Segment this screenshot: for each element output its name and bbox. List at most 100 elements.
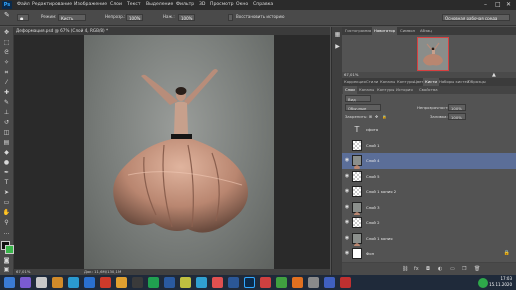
visibility-eye-icon[interactable]: ◉: [344, 251, 350, 256]
pressure-input[interactable]: 100%: [178, 14, 195, 21]
lock-pixels-icon[interactable]: ⊞: [369, 112, 372, 121]
taskbar-app-icon[interactable]: [196, 277, 207, 288]
taskbar-app-icon[interactable]: [100, 277, 111, 288]
stamp-tool-icon[interactable]: ⊥: [2, 109, 11, 117]
visibility-eye-icon[interactable]: ◉: [344, 189, 350, 194]
brush-tool-icon[interactable]: ✎: [2, 99, 11, 107]
layer-row[interactable]: ◉ Слой 1 копия 2: [342, 184, 516, 201]
type-tool-icon[interactable]: T: [2, 179, 11, 187]
lock-position-icon[interactable]: ✥: [375, 112, 378, 121]
tab-swatches[interactable]: Образцы: [466, 78, 488, 86]
taskbar-app-icon[interactable]: [164, 277, 175, 288]
taskbar-app-icon[interactable]: [116, 277, 127, 288]
pen-tool-icon[interactable]: ✒: [2, 169, 11, 177]
layer-filter-select[interactable]: Вид: [345, 95, 371, 102]
taskbar-app-icon[interactable]: [228, 277, 239, 288]
layer-row[interactable]: ◉ Фон 🔒: [342, 246, 516, 263]
menu-3d[interactable]: 3D: [199, 1, 205, 9]
taskbar-app-icon[interactable]: [324, 277, 335, 288]
quick-select-icon[interactable]: ✧: [2, 59, 11, 67]
tab-layers[interactable]: Слои: [343, 86, 357, 94]
taskbar-app-icon[interactable]: [340, 277, 351, 288]
layer-row[interactable]: T сфото: [342, 122, 516, 139]
delete-layer-icon[interactable]: 🗑: [474, 265, 480, 273]
system-clock[interactable]: 17:03 15.11.2020: [489, 276, 512, 288]
dodge-tool-icon[interactable]: ●: [2, 159, 11, 167]
add-mask-icon[interactable]: ◘: [426, 265, 430, 273]
layer-row[interactable]: ◉ Слой 1 копия: [342, 230, 516, 247]
document-tab[interactable]: Деформация.psd @ 67% (Слой 4, RGB/8) *: [14, 27, 330, 35]
maximize-icon[interactable]: □: [495, 1, 501, 9]
taskbar-app-icon[interactable]: [20, 277, 31, 288]
close-icon[interactable]: ✕: [506, 1, 511, 9]
start-icon[interactable]: [4, 277, 15, 288]
brush-preset-picker[interactable]: ●: [17, 14, 29, 21]
menu-edit[interactable]: Редактирование: [32, 1, 72, 9]
tab-history[interactable]: История: [394, 86, 415, 94]
layer-row[interactable]: ◉ Слой 2: [342, 215, 516, 232]
blur-tool-icon[interactable]: ◆: [2, 149, 11, 157]
new-group-icon[interactable]: ▭: [450, 265, 455, 273]
tab-properties[interactable]: Свойства: [417, 86, 440, 94]
tab-paragraph[interactable]: Абзац: [418, 27, 434, 35]
taskbar-app-icon[interactable]: [68, 277, 79, 288]
actions-panel-icon[interactable]: ▶: [333, 43, 342, 51]
taskbar-app-icon[interactable]: [180, 277, 191, 288]
eyedropper-icon[interactable]: ⁄: [2, 79, 11, 87]
fill-input[interactable]: 100%: [448, 113, 466, 120]
gradient-tool-icon[interactable]: ▤: [2, 139, 11, 147]
visibility-eye-icon[interactable]: ◉: [344, 235, 350, 241]
menu-layers[interactable]: Слои: [110, 1, 122, 9]
menu-select[interactable]: Выделение: [146, 1, 173, 9]
taskbar-app-icon[interactable]: [212, 277, 223, 288]
layer-style-icon[interactable]: fx: [414, 265, 419, 273]
background-color-swatch[interactable]: [5, 245, 14, 254]
link-layers-icon[interactable]: ⛓: [402, 265, 408, 273]
menu-window[interactable]: Окно: [236, 1, 248, 9]
taskbar-app-icon[interactable]: [260, 277, 271, 288]
opacity-input[interactable]: 100%: [126, 14, 143, 21]
shape-tool-icon[interactable]: ▭: [2, 199, 11, 207]
layer-row-selected[interactable]: ◉ Слой 4: [342, 153, 516, 170]
minimize-icon[interactable]: –: [484, 1, 487, 9]
taskbar-app-icon[interactable]: [276, 277, 287, 288]
visibility-eye-icon[interactable]: ◉: [344, 220, 350, 225]
eraser-tool-icon[interactable]: ◫: [2, 129, 11, 137]
lock-all-icon[interactable]: 🔒: [382, 112, 387, 121]
taskbar-app-icon[interactable]: [36, 277, 47, 288]
history-panel-icon[interactable]: ▦: [333, 31, 342, 39]
lasso-tool-icon[interactable]: ᘓ: [2, 49, 11, 57]
history-brush-icon[interactable]: ✎: [4, 12, 10, 19]
menu-image[interactable]: Изображение: [74, 1, 107, 9]
tray-status-icon[interactable]: [478, 278, 488, 288]
tab-character[interactable]: Символ: [398, 27, 417, 35]
visibility-eye-icon[interactable]: ◉: [344, 204, 350, 210]
move-tool-icon[interactable]: ✥: [2, 29, 11, 37]
menu-help[interactable]: Справка: [253, 1, 273, 9]
navigator-thumbnail[interactable]: [417, 37, 449, 71]
taskbar-app-icon[interactable]: [84, 277, 95, 288]
workspace-select[interactable]: Основная рабочая среда: [442, 14, 510, 21]
taskbar-photoshop-icon[interactable]: [244, 277, 255, 288]
quick-mask-icon[interactable]: ◙: [2, 257, 11, 265]
taskbar-app-icon[interactable]: [292, 277, 303, 288]
canvas-image[interactable]: [84, 35, 274, 269]
hand-tool-icon[interactable]: ✋: [2, 209, 11, 217]
path-select-icon[interactable]: ➤: [2, 189, 11, 197]
visibility-eye-icon[interactable]: ◉: [344, 173, 350, 179]
adjustment-layer-icon[interactable]: ◐: [438, 265, 442, 273]
marquee-tool-icon[interactable]: ⬚: [2, 39, 11, 47]
mode-select[interactable]: Кисть: [58, 14, 86, 21]
taskbar-app-icon[interactable]: [308, 277, 319, 288]
tab-navigator[interactable]: Навигатор: [372, 27, 398, 35]
menu-filter[interactable]: Фильтр: [176, 1, 194, 9]
crop-tool-icon[interactable]: ⌗: [2, 69, 11, 77]
history-checkbox[interactable]: [228, 14, 233, 21]
visibility-eye-icon[interactable]: ◉: [344, 158, 350, 163]
layer-row[interactable]: ◉ Слой 5: [342, 168, 516, 185]
taskbar-app-icon[interactable]: [52, 277, 63, 288]
layer-row[interactable]: Слой 1: [342, 137, 516, 154]
blend-mode-select[interactable]: Обычные: [345, 104, 381, 111]
layer-row[interactable]: ◉ Слой 3: [342, 199, 516, 216]
taskbar-app-icon[interactable]: [132, 277, 143, 288]
